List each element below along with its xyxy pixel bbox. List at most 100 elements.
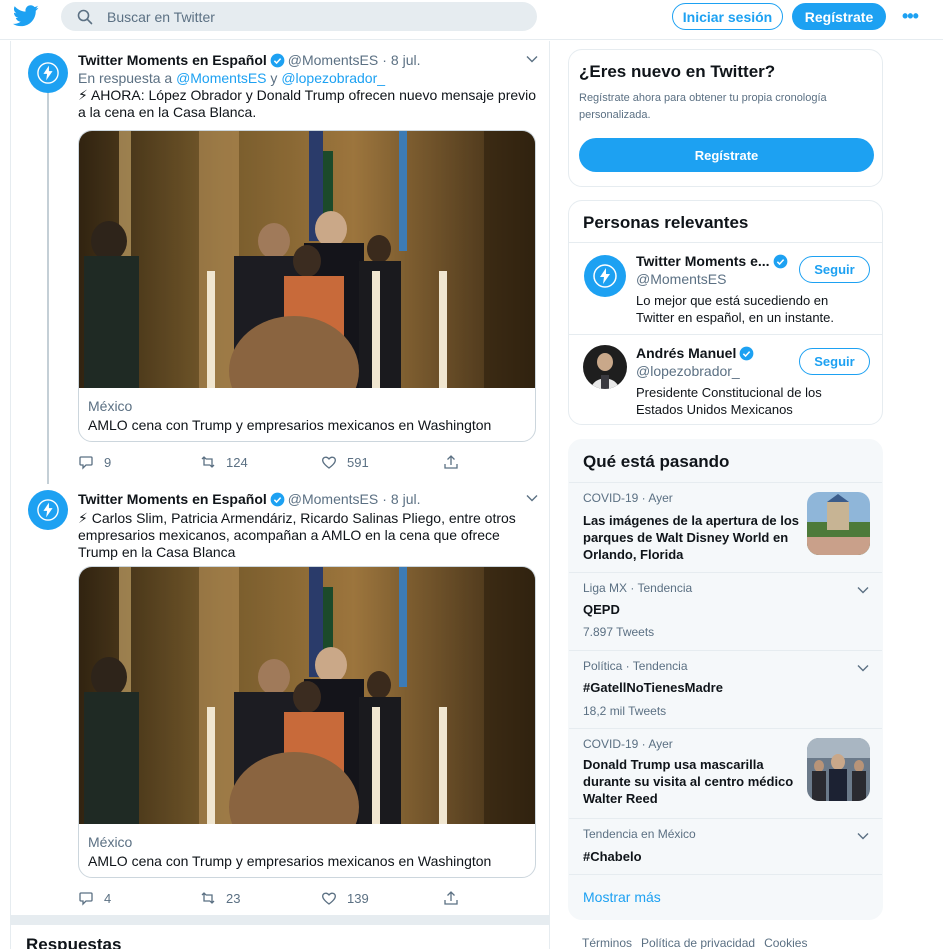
photo-image bbox=[79, 131, 535, 388]
avatar[interactable] bbox=[584, 255, 626, 297]
person-item[interactable]: Twitter Moments e... @MomentsES Lo mejor… bbox=[569, 242, 882, 334]
person-item[interactable]: Andrés Manuel @lopezobrador_ Presidente … bbox=[569, 334, 882, 424]
share-button[interactable] bbox=[443, 454, 469, 470]
person-name-row: Andrés Manuel bbox=[636, 345, 757, 361]
replies-heading: Respuestas bbox=[26, 935, 122, 949]
more-options-icon[interactable]: ••• bbox=[902, 6, 922, 26]
trends-title: Qué está pasando bbox=[583, 452, 730, 471]
mention-link[interactable]: @lopezobrador_ bbox=[281, 70, 385, 86]
author-name[interactable]: Twitter Moments en Español bbox=[78, 52, 267, 68]
person-name[interactable]: Andrés Manuel bbox=[636, 345, 736, 361]
author-name[interactable]: Twitter Moments en Español bbox=[78, 491, 267, 507]
thumbnail-image bbox=[807, 492, 870, 555]
share-icon bbox=[444, 891, 458, 905]
reply-icon bbox=[79, 892, 93, 906]
person-handle[interactable]: @MomentsES bbox=[636, 271, 726, 287]
like-button[interactable]: 591 bbox=[321, 454, 369, 470]
retweet-icon bbox=[201, 892, 215, 904]
tweet-body: Twitter Moments en Español @MomentsES · … bbox=[78, 490, 538, 561]
signup-large-button[interactable]: Regístrate bbox=[579, 138, 874, 172]
trend-item[interactable]: Política · Tendencia #GatellNoTienesMadr… bbox=[569, 650, 882, 728]
trend-title: QEPD bbox=[583, 602, 620, 617]
trend-thumbnail bbox=[807, 738, 870, 801]
like-count: 591 bbox=[347, 454, 369, 470]
twitter-bird-icon[interactable] bbox=[13, 5, 39, 27]
card-meta: México AMLO cena con Trump y empresarios… bbox=[79, 388, 535, 441]
reply-icon bbox=[79, 456, 93, 470]
search-bar[interactable] bbox=[61, 2, 537, 31]
avatar[interactable] bbox=[583, 345, 627, 389]
chevron-down-icon[interactable] bbox=[857, 584, 869, 596]
trend-tweet-count: 18,2 mil Tweets bbox=[583, 704, 667, 718]
avatar[interactable] bbox=[28, 490, 68, 530]
reply-count: 4 bbox=[104, 890, 112, 906]
chevron-down-icon[interactable] bbox=[526, 53, 538, 65]
heart-icon bbox=[322, 456, 336, 469]
relevant-people-box: Personas relevantes Twitter Moments e...… bbox=[568, 200, 883, 425]
avatar[interactable] bbox=[28, 53, 68, 93]
retweet-count: 124 bbox=[226, 454, 248, 470]
cookies-link[interactable]: Cookies bbox=[764, 936, 807, 949]
new-user-title: ¿Eres nuevo en Twitter? bbox=[579, 62, 776, 81]
footer-links: Términos Política de privacidad Cookies bbox=[582, 936, 816, 949]
new-user-description: Regístrate ahora para obtener tu propia … bbox=[579, 92, 827, 121]
trend-title: #Chabelo bbox=[583, 849, 642, 864]
trend-context: Tendencia en México bbox=[583, 827, 696, 841]
trend-item[interactable]: COVID-19 · Ayer Donald Trump usa mascari… bbox=[569, 728, 882, 818]
link-card[interactable]: México AMLO cena con Trump y empresarios… bbox=[78, 130, 536, 442]
tweet[interactable]: Twitter Moments en Español @MomentsES · … bbox=[11, 41, 549, 484]
reply-and: y bbox=[270, 70, 278, 86]
show-more-row[interactable]: Mostrar más bbox=[569, 874, 882, 919]
section-separator bbox=[11, 915, 549, 925]
tweet-date[interactable]: 8 jul. bbox=[391, 491, 421, 507]
photo-image bbox=[79, 567, 535, 824]
chevron-down-icon[interactable] bbox=[526, 492, 538, 504]
search-input[interactable] bbox=[107, 8, 507, 25]
tweet-header: Twitter Moments en Español @MomentsES · … bbox=[78, 490, 538, 508]
link-card[interactable]: México AMLO cena con Trump y empresarios… bbox=[78, 566, 536, 878]
profile-photo bbox=[583, 345, 627, 389]
trend-title: Donald Trump usa mascarilla durante su v… bbox=[583, 757, 794, 806]
trend-item[interactable]: Tendencia en México #Chabelo bbox=[569, 818, 882, 874]
chevron-down-icon[interactable] bbox=[857, 830, 869, 842]
like-button[interactable]: 139 bbox=[321, 890, 369, 906]
news-photo bbox=[79, 567, 535, 824]
trend-thumbnail bbox=[807, 492, 870, 555]
terms-link[interactable]: Términos bbox=[582, 936, 632, 949]
news-photo bbox=[79, 131, 535, 388]
tweet-actions: 4 23 139 bbox=[78, 889, 478, 907]
follow-button[interactable]: Seguir bbox=[799, 348, 870, 375]
reply-button[interactable]: 9 bbox=[78, 454, 111, 470]
login-button[interactable]: Iniciar sesión bbox=[672, 3, 783, 30]
heart-icon bbox=[322, 892, 336, 905]
timeline-column: Twitter Moments en Español @MomentsES · … bbox=[10, 41, 550, 949]
separator-dot: · bbox=[382, 52, 387, 68]
tweet[interactable]: Twitter Moments en Español @MomentsES · … bbox=[11, 481, 549, 915]
thumbnail-image bbox=[807, 738, 870, 801]
retweet-button[interactable]: 124 bbox=[200, 454, 248, 470]
retweet-count: 23 bbox=[226, 890, 241, 906]
person-name[interactable]: Twitter Moments e... bbox=[636, 253, 770, 269]
show-more-link[interactable]: Mostrar más bbox=[583, 889, 661, 905]
trend-item[interactable]: COVID-19 · Ayer Las imágenes de la apert… bbox=[569, 482, 882, 572]
mention-link[interactable]: @MomentsES bbox=[176, 70, 266, 86]
follow-button[interactable]: Seguir bbox=[799, 256, 870, 283]
tweet-date[interactable]: 8 jul. bbox=[391, 52, 421, 68]
trends-box: Qué está pasando COVID-19 · Ayer Las imá… bbox=[568, 439, 883, 920]
card-title: AMLO cena con Trump y empresarios mexica… bbox=[88, 853, 492, 869]
author-handle[interactable]: @MomentsES bbox=[288, 52, 378, 68]
reply-button[interactable]: 4 bbox=[78, 890, 111, 906]
verified-icon bbox=[270, 53, 285, 67]
trend-item[interactable]: Liga MX · Tendencia QEPD 7.897 Tweets bbox=[569, 572, 882, 650]
author-handle[interactable]: @MomentsES bbox=[288, 491, 378, 507]
lightning-icon bbox=[37, 62, 59, 84]
person-handle[interactable]: @lopezobrador_ bbox=[636, 363, 740, 379]
signup-button[interactable]: Regístrate bbox=[792, 3, 886, 30]
share-icon bbox=[444, 455, 458, 469]
lightning-icon bbox=[37, 499, 59, 521]
privacy-link[interactable]: Política de privacidad bbox=[641, 936, 755, 949]
share-button[interactable] bbox=[443, 890, 469, 906]
trend-title: #GatellNoTienesMadre bbox=[583, 680, 723, 695]
chevron-down-icon[interactable] bbox=[857, 662, 869, 674]
retweet-button[interactable]: 23 bbox=[200, 890, 240, 906]
